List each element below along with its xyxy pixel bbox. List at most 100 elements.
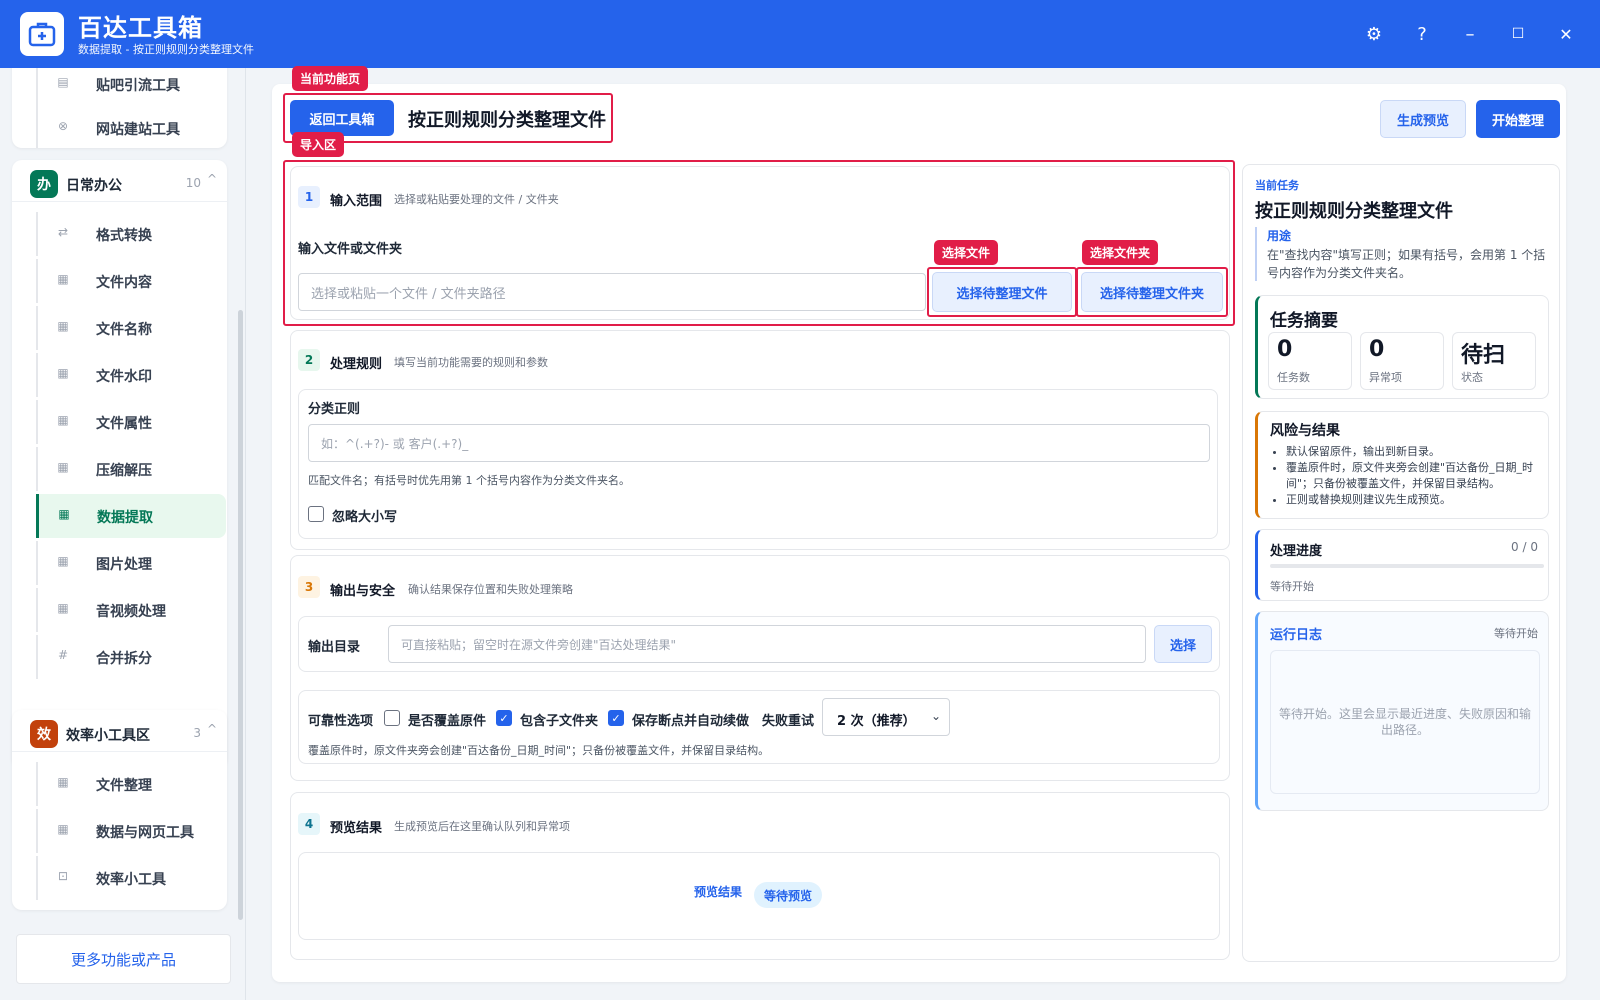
progress-status: 等待开始 [1270,580,1314,593]
progress-title: 处理进度 [1270,544,1323,559]
swap-icon: ⇄ [57,225,69,239]
sidebar-item-label: 合并拆分 [96,651,152,667]
sidebar-item-tieba[interactable]: ▤ 贴吧引流工具 [36,68,226,106]
preview-label: 预览结果 [694,885,743,899]
section-desc: 生成预览后在这里确认队列和异常项 [394,820,570,833]
input-field-label: 输入文件或文件夹 [298,242,403,257]
usage-text: 在"查找内容"填写正则；如果有括号，会用第 1 个括号内容作为分类文件夹名。 [1267,248,1546,280]
sidebar-item-image[interactable]: ▦ 图片处理 [36,541,226,585]
back-to-toolbox-button[interactable]: 返回工具箱 [290,100,394,136]
task-panel: 当前任务 按正则规则分类整理文件 用途 在"查找内容"填写正则；如果有括号，会用… [1242,164,1560,962]
log-output[interactable]: 等待开始。这里会显示最近进度、失败原因和输出路径。 [1270,650,1540,794]
subfolders-label: 包含子文件夹 [520,714,599,729]
risk-item: 覆盖原件时，原文件夹旁会创建"百达备份_日期_时间"；只备份被覆盖文件，并保留目… [1286,460,1546,492]
group-header-office[interactable]: 办 日常办公 10 ^ [12,160,227,202]
group-badge: 效 [30,720,58,748]
usage-title: 用途 [1267,229,1292,243]
risk-list: 默认保留原件，输出到新目录。 覆盖原件时，原文件夹旁会创建"百达备份_日期_时间… [1286,444,1546,508]
sidebar-item-label: 文件水印 [96,369,152,385]
sidebar-item-format[interactable]: ⇄ 格式转换 [36,212,226,256]
settings-icon[interactable]: ⚙ [1360,20,1388,48]
select-folder-button[interactable]: 选择待整理文件夹 [1081,272,1223,312]
grid-icon: ▦ [57,775,69,789]
sidebar-item-merge[interactable]: # 合并拆分 [36,635,226,679]
task-title: 按正则规则分类整理文件 [1255,201,1453,222]
chevron-up-icon[interactable]: ^ [207,172,217,186]
section-desc: 确认结果保存位置和失败处理策略 [408,583,573,596]
task-kicker: 当前任务 [1255,179,1299,192]
sidebar-item-label: 贴吧引流工具 [96,78,180,94]
toolbox-icon [20,12,64,56]
section-number: 4 [298,813,320,835]
help-icon[interactable]: ? [1408,20,1436,48]
page-title: 按正则规则分类整理文件 [408,110,606,131]
section-number: 1 [298,186,320,208]
sidebar-item-label: 网站建站工具 [96,122,180,138]
minimize-button[interactable]: – [1456,20,1484,48]
sidebar-item-label: 图片处理 [96,557,152,573]
grid-icon: ▦ [58,507,70,521]
grid-icon: ▦ [57,601,69,615]
group-count: 10 [185,176,201,190]
output-dir-input[interactable]: 可直接粘贴；留空时在源文件旁创建"百达处理结果" [388,625,1146,663]
task-summary-card: 任务摘要 0 任务数 0 异常项 待扫 状态 [1255,295,1549,399]
overwrite-note: 覆盖原件时，原文件夹旁会创建"百达备份_日期_时间"；只备份被覆盖文件，并保留目… [308,744,770,757]
sidebar-item-attributes[interactable]: ▦ 文件属性 [36,400,226,444]
section-desc: 填写当前功能需要的规则和参数 [394,356,548,369]
resume-checkbox[interactable]: ✓ [608,710,624,726]
sidebar-item-av[interactable]: ▦ 音视频处理 [36,588,226,632]
section-title: 处理规则 [330,357,383,372]
subfolders-checkbox[interactable]: ✓ [496,710,512,726]
stat-value: 0 [1369,337,1385,362]
stat-label: 异常项 [1369,371,1402,384]
sidebar-item-data-web[interactable]: ▦ 数据与网页工具 [36,809,226,853]
sidebar-item-content[interactable]: ▦ 文件内容 [36,259,226,303]
sidebar: ▤ 贴吧引流工具 ⊗ 网站建站工具 办 日常办公 10 ^ ⇄ 格式转换 ▦ 文件内… [0,68,246,1000]
sidebar-item-label: 压缩解压 [96,463,152,479]
group-count: 3 [193,726,201,740]
input-path-field[interactable]: 选择或粘贴一个文件 / 文件夹路径 [298,273,926,311]
grid-icon: ▦ [57,822,69,836]
run-log-card: 运行日志 等待开始 等待开始。这里会显示最近进度、失败原因和输出路径。 [1255,611,1549,811]
stat-status: 待扫 状态 [1452,332,1536,390]
maximize-button[interactable]: ☐ [1504,20,1532,48]
section-title: 预览结果 [330,821,383,836]
chevron-up-icon[interactable]: ^ [207,722,217,736]
annotation-select-folder: 选择文件夹 [1082,240,1159,265]
select-file-button[interactable]: 选择待整理文件 [932,272,1072,312]
reliability-label: 可靠性选项 [308,714,374,729]
sidebar-item-watermark[interactable]: ▦ 文件水印 [36,353,226,397]
sidebar-item-label: 音视频处理 [96,604,166,620]
sidebar-group-office: 办 日常办公 10 ^ ⇄ 格式转换 ▦ 文件内容 ▦ 文件名称 ▦ 文件水印 ▦ 文件属… [12,160,227,768]
overwrite-checkbox[interactable] [384,710,400,726]
sidebar-item-organize[interactable]: ▦ 文件整理 [36,762,226,806]
sidebar-item-data-extract[interactable]: ▦ 数据提取 [36,494,226,538]
retry-select[interactable]: 2 次（推荐） ⌄ [822,698,950,736]
ignore-case-checkbox[interactable] [308,506,324,522]
sidebar-item-label: 文件属性 [96,416,152,432]
risk-item: 默认保留原件，输出到新目录。 [1286,444,1546,460]
preview-status-badge: 等待预览 [754,882,823,908]
regex-input[interactable]: 如：^(.+?)- 或 客户(.+?)_ [308,424,1210,462]
ignore-case-label: 忽略大小写 [332,510,398,525]
sidebar-item-label: 效率小工具 [96,872,166,888]
sidebar-item-compress[interactable]: ▦ 压缩解压 [36,447,226,491]
sidebar-item-website[interactable]: ⊗ 网站建站工具 [36,106,226,148]
log-title: 运行日志 [1270,628,1323,643]
section-title: 输入范围 [330,194,383,209]
section-desc: 选择或粘贴要处理的文件 / 文件夹 [394,193,559,206]
group-badge: 办 [30,170,58,198]
sidebar-scrollbar[interactable] [238,310,243,920]
close-button[interactable]: ✕ [1552,20,1580,48]
generate-preview-button[interactable]: 生成预览 [1380,100,1466,138]
section-number: 3 [298,576,320,598]
choose-output-button[interactable]: 选择 [1154,625,1212,663]
group-header-efficiency[interactable]: 效 效率小工具区 3 ^ [12,710,227,752]
risk-card: 风险与结果 默认保留原件，输出到新目录。 覆盖原件时，原文件夹旁会创建"百达备份… [1255,411,1549,519]
sidebar-item-label: 数据提取 [97,510,153,526]
group-title: 日常办公 [66,178,122,194]
sidebar-item-efficiency-tools[interactable]: ⊡ 效率小工具 [36,856,226,900]
more-products-button[interactable]: 更多功能或产品 [16,934,231,984]
start-organize-button[interactable]: 开始整理 [1476,100,1560,138]
sidebar-item-name[interactable]: ▦ 文件名称 [36,306,226,350]
